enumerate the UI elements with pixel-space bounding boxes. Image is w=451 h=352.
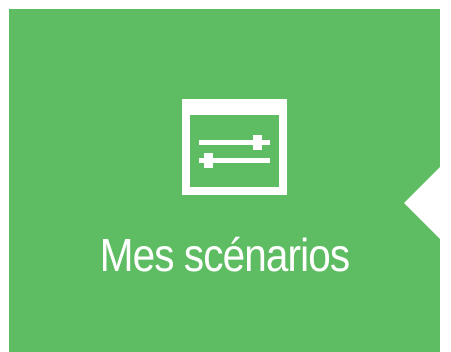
tile-label: Mes scénarios bbox=[99, 229, 350, 281]
sliders-settings-icon bbox=[182, 99, 287, 195]
scenarios-tile[interactable]: Mes scénarios bbox=[9, 9, 441, 352]
